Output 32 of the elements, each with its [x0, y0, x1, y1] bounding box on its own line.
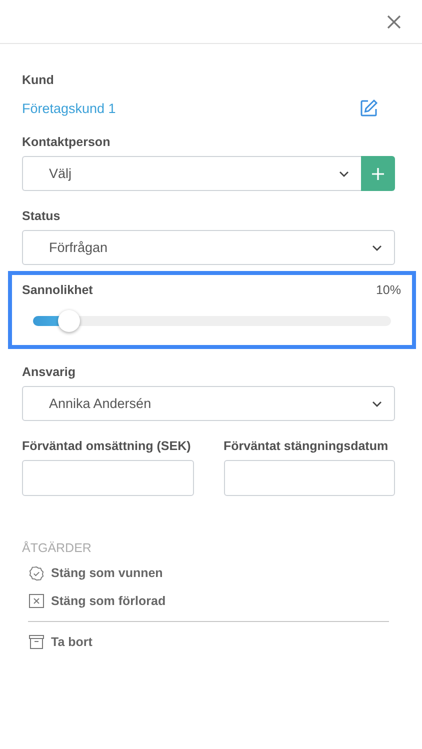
close-icon: [387, 14, 401, 28]
add-button[interactable]: [361, 156, 395, 191]
field-label: Kund: [22, 73, 55, 87]
action-button[interactable]: Stäng som vunnen: [29, 565, 163, 581]
field-label: Sannolikhet: [22, 283, 93, 297]
slider-track[interactable]: [33, 310, 391, 332]
edit-icon: [360, 99, 378, 117]
select-field[interactable]: Annika Andersén: [22, 386, 395, 421]
field-label: Ansvarig: [22, 365, 76, 379]
slider-thumb[interactable]: [58, 310, 80, 332]
field-label: Status: [22, 209, 62, 223]
customer-link[interactable]: Företagskund 1: [22, 100, 116, 116]
select-field[interactable]: Välj: [22, 156, 361, 191]
chevron-down-icon: [372, 400, 382, 406]
field-label: Förväntad omsättning (SEK): [22, 439, 192, 453]
plus-icon: [372, 168, 384, 180]
x-square-icon: [29, 594, 44, 608]
action-button[interactable]: Stäng som förlorad: [29, 593, 166, 609]
close-button[interactable]: [387, 14, 401, 28]
edit-button[interactable]: [360, 99, 378, 117]
action-button[interactable]: Ta bort: [29, 634, 92, 650]
chevron-down-icon: [339, 170, 349, 176]
chevron-down-icon: [372, 244, 382, 250]
input-field[interactable]: [22, 460, 194, 496]
section-heading: ÅTGÄRDER: [22, 541, 92, 555]
select-field[interactable]: Förfrågan: [22, 230, 395, 265]
field-label: Förväntat stängningsdatum: [224, 439, 390, 453]
archive-box-icon: [29, 635, 44, 649]
check-badge-icon: [29, 566, 44, 580]
input-field[interactable]: [224, 460, 395, 496]
field-label: Kontaktperson: [22, 135, 112, 149]
percent-reading: 10%: [376, 283, 401, 299]
